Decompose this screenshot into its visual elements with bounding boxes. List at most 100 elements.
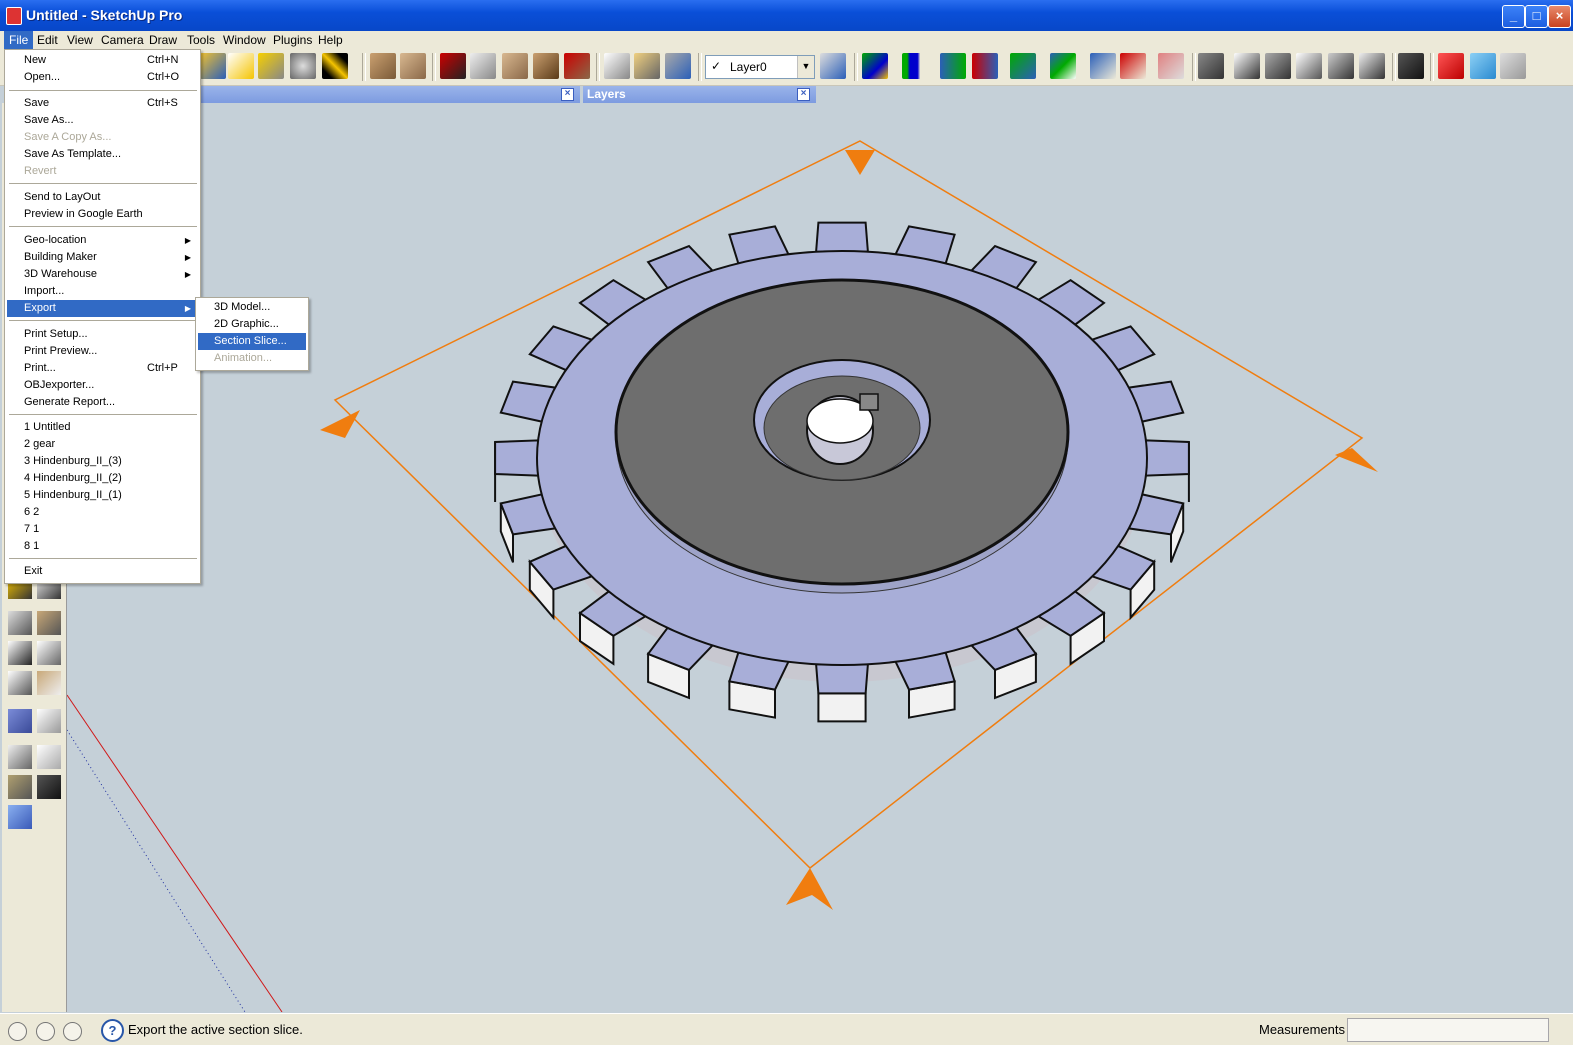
subtract-icon[interactable] [1265, 53, 1291, 79]
menu-item-recent-file[interactable]: 6 2 [7, 504, 197, 521]
menu-draw[interactable]: Draw [144, 31, 182, 49]
menu-item-open[interactable]: Open... Ctrl+O [7, 69, 197, 86]
rotate-left-icon[interactable] [1090, 53, 1116, 79]
menu-help[interactable]: Help [313, 31, 348, 49]
menu-item-save-as-template[interactable]: Save As Template... [7, 146, 197, 163]
menu-item-recent-file[interactable]: 4 Hindenburg_II_(2) [7, 470, 197, 487]
move-up-icon[interactable] [940, 53, 966, 79]
menu-item-print-preview[interactable]: Print Preview... [7, 343, 197, 360]
orbit-tool-icon[interactable] [200, 53, 226, 79]
menu-item-exit[interactable]: Exit [7, 563, 197, 580]
sketchup-app-icon[interactable] [6, 7, 22, 25]
hand-icon[interactable] [604, 53, 630, 79]
follow-me-icon[interactable] [862, 53, 888, 79]
close-button[interactable]: × [1548, 5, 1571, 28]
pan-tool-icon[interactable] [228, 53, 254, 79]
sandbox-scratch-icon[interactable] [470, 53, 496, 79]
back-edges-icon[interactable] [37, 709, 61, 733]
right-view-icon[interactable] [37, 611, 61, 635]
smoove-icon[interactable] [502, 53, 528, 79]
back-view-icon[interactable] [8, 671, 32, 695]
menu-tools[interactable]: Tools [182, 31, 220, 49]
menu-item-export-3d-model[interactable]: 3D Model... [198, 299, 306, 316]
menu-item-preview-google-earth[interactable]: Preview in Google Earth [7, 206, 197, 223]
intersect-icon[interactable] [1158, 53, 1184, 79]
top-view-icon[interactable] [37, 641, 61, 665]
menu-item-recent-file[interactable]: 2 gear [7, 436, 197, 453]
layer-dropdown[interactable]: ✓ Layer0 ▼ [705, 55, 815, 79]
zoom-extents-icon[interactable] [322, 53, 348, 79]
intersect-solid-icon[interactable] [1359, 53, 1385, 79]
union-icon[interactable] [1234, 53, 1260, 79]
blue-cube-icon[interactable] [1470, 53, 1496, 79]
trim-icon[interactable] [1296, 53, 1322, 79]
shaded-icon[interactable] [8, 775, 32, 799]
geo-location-icon[interactable] [8, 1022, 27, 1041]
maximize-button[interactable]: □ [1525, 5, 1548, 28]
grey-cube-icon[interactable] [1500, 53, 1526, 79]
xray-icon[interactable] [8, 709, 32, 733]
drape-icon[interactable] [564, 53, 590, 79]
menu-plugins[interactable]: Plugins [268, 31, 317, 49]
menu-window[interactable]: Window [218, 31, 271, 49]
menu-item-objexporter[interactable]: OBJexporter... [7, 377, 197, 394]
close-icon[interactable]: × [561, 88, 574, 101]
front-view-icon[interactable] [8, 641, 32, 665]
menu-item-save-as[interactable]: Save As... [7, 112, 197, 129]
help-icon[interactable]: ? [101, 1019, 124, 1042]
model-viewport[interactable] [67, 103, 1573, 1012]
menu-item-new[interactable]: New Ctrl+N [7, 52, 197, 69]
red-cube-icon[interactable] [1438, 53, 1464, 79]
close-icon[interactable]: × [797, 88, 810, 101]
left-view-icon[interactable] [37, 671, 61, 695]
menu-item-export-2d-graphic[interactable]: 2D Graphic... [198, 316, 306, 333]
credits-icon[interactable] [36, 1022, 55, 1041]
menu-item-print-setup[interactable]: Print Setup... [7, 326, 197, 343]
move-down-icon[interactable] [972, 53, 998, 79]
menu-item-generate-report[interactable]: Generate Report... [7, 394, 197, 411]
sandbox-from-contours-icon[interactable] [440, 53, 466, 79]
menu-item-print[interactable]: Print... Ctrl+P [7, 360, 197, 377]
measurements-input[interactable] [1347, 1018, 1549, 1042]
menu-item-recent-file[interactable]: 1 Untitled [7, 419, 197, 436]
monochrome-icon[interactable] [8, 805, 32, 829]
component-icon[interactable] [1398, 53, 1424, 79]
iso-view-icon[interactable] [8, 611, 32, 635]
minimize-button[interactable]: _ [1502, 5, 1525, 28]
menu-item-building-maker[interactable]: Building Maker ▶ [7, 249, 197, 266]
chevron-down-icon[interactable]: ▼ [797, 56, 814, 78]
menu-item-save[interactable]: Save Ctrl+S [7, 95, 197, 112]
layer-manager-icon[interactable] [820, 53, 846, 79]
menu-item-recent-file[interactable]: 8 1 [7, 538, 197, 555]
split-icon[interactable] [1328, 53, 1354, 79]
outer-shell-icon[interactable] [1198, 53, 1224, 79]
menu-item-export-section-slice[interactable]: Section Slice... [198, 333, 306, 350]
texture-alt-icon[interactable] [400, 53, 426, 79]
gear-model[interactable] [494, 221, 1190, 723]
axes-icon[interactable] [902, 53, 928, 79]
menu-item-recent-file[interactable]: 5 Hindenburg_II_(1) [7, 487, 197, 504]
menu-item-import[interactable]: Import... [7, 283, 197, 300]
hidden-line-icon[interactable] [37, 745, 61, 769]
flip-icon[interactable] [1050, 53, 1076, 79]
menu-item-recent-file[interactable]: 3 Hindenburg_II_(3) [7, 453, 197, 470]
texture-icon[interactable] [370, 53, 396, 79]
menu-edit[interactable]: Edit [32, 31, 63, 49]
user-icon[interactable] [63, 1022, 82, 1041]
menu-camera[interactable]: Camera [96, 31, 149, 49]
menu-file[interactable]: File [4, 31, 34, 49]
shaded-textures-icon[interactable] [37, 775, 61, 799]
rotate-right-icon[interactable] [1120, 53, 1146, 79]
stamp-icon[interactable] [533, 53, 559, 79]
menu-item-recent-file[interactable]: 7 1 [7, 521, 197, 538]
menu-item-3d-warehouse[interactable]: 3D Warehouse ▶ [7, 266, 197, 283]
wireframe-icon[interactable] [8, 745, 32, 769]
zoom-window-icon[interactable] [290, 53, 316, 79]
scale-icon[interactable] [1010, 53, 1036, 79]
menu-item-send-to-layout[interactable]: Send to LayOut [7, 189, 197, 206]
zoom-tool-icon[interactable] [258, 53, 284, 79]
photo-icon[interactable] [665, 53, 691, 79]
menu-view[interactable]: View [62, 31, 98, 49]
menu-item-geo-location[interactable]: Geo-location ▶ [7, 232, 197, 249]
menu-item-export[interactable]: Export ▶ [7, 300, 197, 317]
